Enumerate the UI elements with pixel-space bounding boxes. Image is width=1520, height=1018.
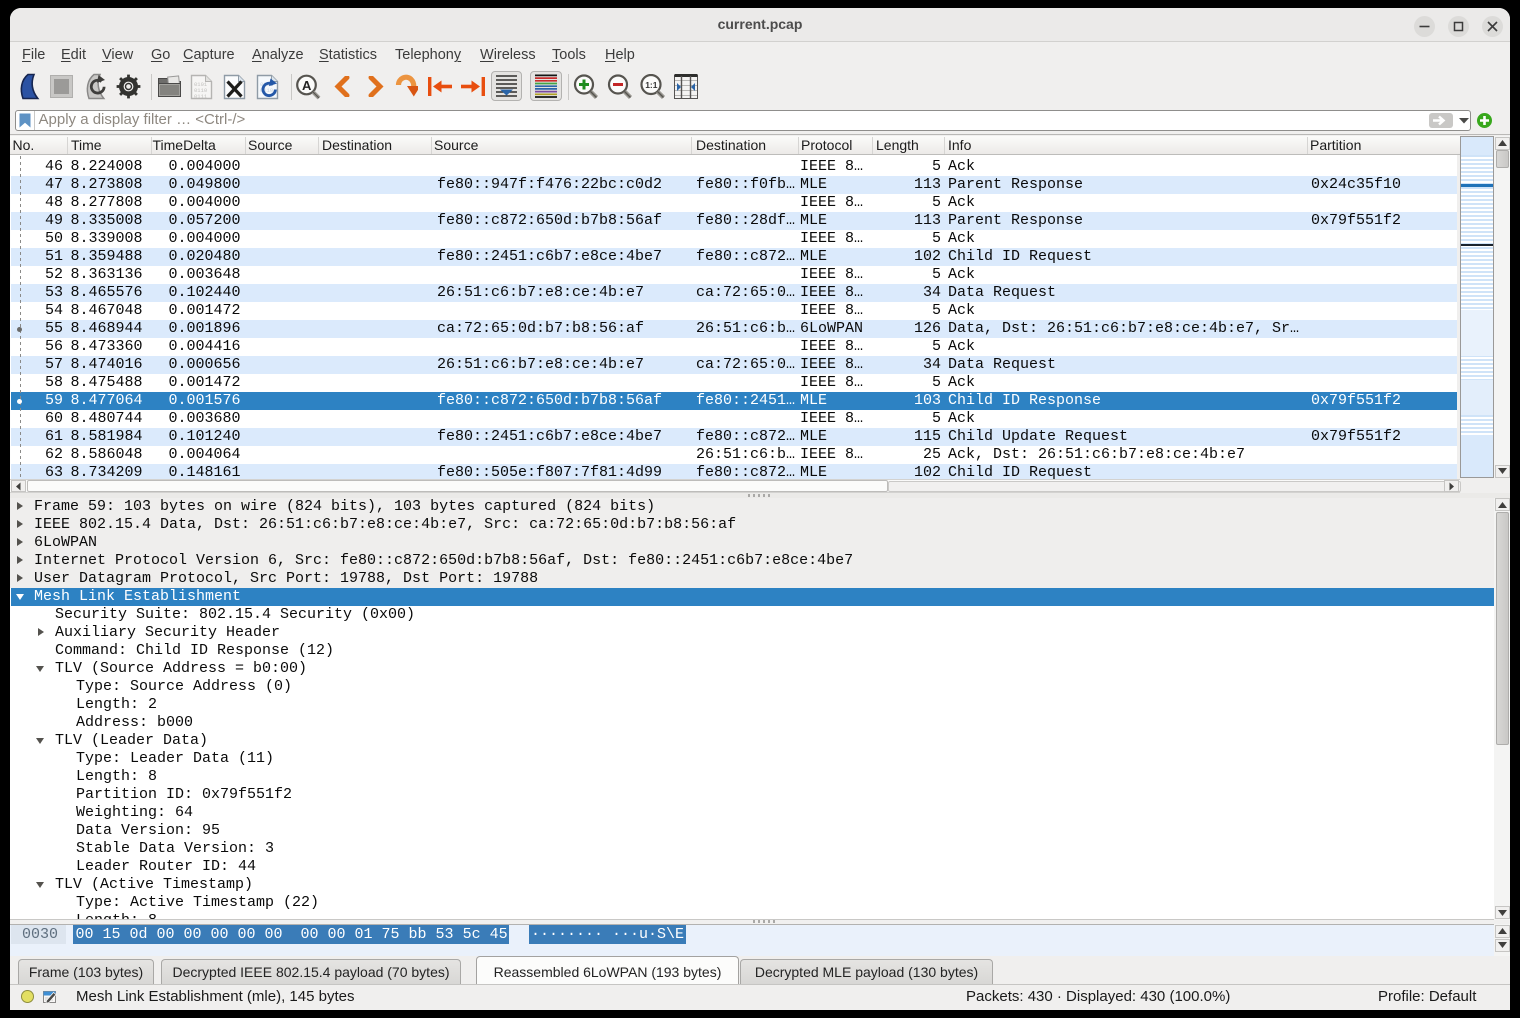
- svg-text:1:1: 1:1: [645, 80, 658, 90]
- svg-text:A: A: [302, 78, 312, 93]
- svg-text:0111: 0111: [194, 93, 208, 100]
